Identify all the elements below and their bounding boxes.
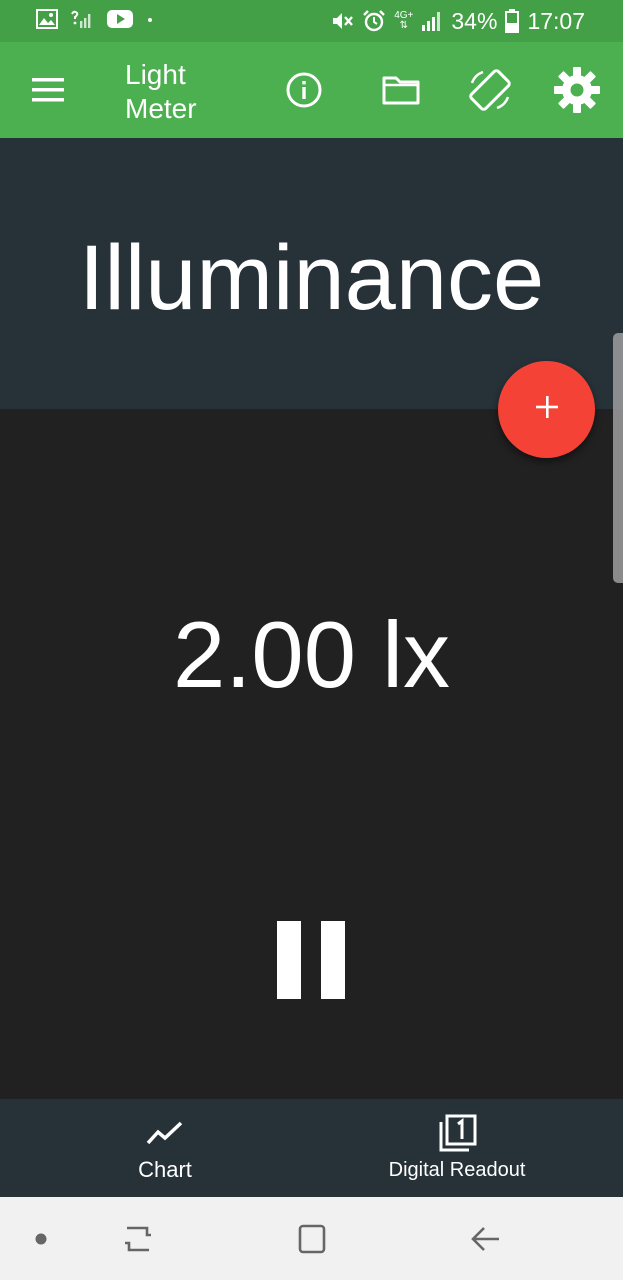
image-icon	[36, 8, 58, 34]
folder-icon[interactable]	[377, 66, 425, 114]
battery-percent: 34%	[451, 7, 498, 34]
digital-readout-icon	[436, 1113, 478, 1153]
dot-icon[interactable]	[30, 1219, 52, 1259]
bottom-navigation: Chart Digital Readout	[0, 1099, 623, 1197]
status-time: 17:07	[527, 7, 585, 34]
recent-apps-icon[interactable]	[118, 1219, 158, 1259]
home-icon[interactable]	[292, 1219, 332, 1259]
sensor-reading: 2.00 lx	[173, 602, 450, 707]
tab-digital-readout-label: Digital Readout	[388, 1159, 526, 1181]
status-bar: 4G+ ⇅ 34% 17:07	[0, 0, 623, 42]
app-bar: Light Meter	[0, 42, 623, 138]
battery-icon	[505, 9, 520, 33]
dot-icon	[146, 9, 154, 34]
lte-icon: 4G+ ⇅	[394, 10, 414, 31]
info-icon[interactable]	[280, 66, 328, 114]
screen-rotate-icon[interactable]	[466, 66, 514, 114]
add-fab-button[interactable]	[498, 361, 595, 458]
youtube-icon	[106, 9, 134, 34]
signal-icon	[421, 10, 443, 32]
plus-icon	[534, 394, 560, 425]
system-navigation-bar	[0, 1197, 623, 1280]
mute-icon	[330, 10, 354, 32]
scrollbar-thumb[interactable]	[613, 333, 623, 583]
alarm-icon	[362, 10, 386, 32]
menu-icon[interactable]	[28, 72, 68, 108]
settings-icon[interactable]	[553, 66, 601, 114]
tab-digital-readout[interactable]: Digital Readout	[372, 1099, 542, 1197]
pause-button[interactable]	[270, 915, 355, 1005]
no-signal-icon	[70, 9, 94, 34]
tab-chart-label: Chart	[138, 1157, 192, 1182]
chart-line-icon	[145, 1113, 185, 1153]
app-title: Light Meter	[125, 59, 197, 124]
back-icon[interactable]	[466, 1219, 506, 1259]
sensor-title: Illuminance	[78, 227, 545, 329]
tab-chart[interactable]: Chart	[95, 1099, 235, 1197]
